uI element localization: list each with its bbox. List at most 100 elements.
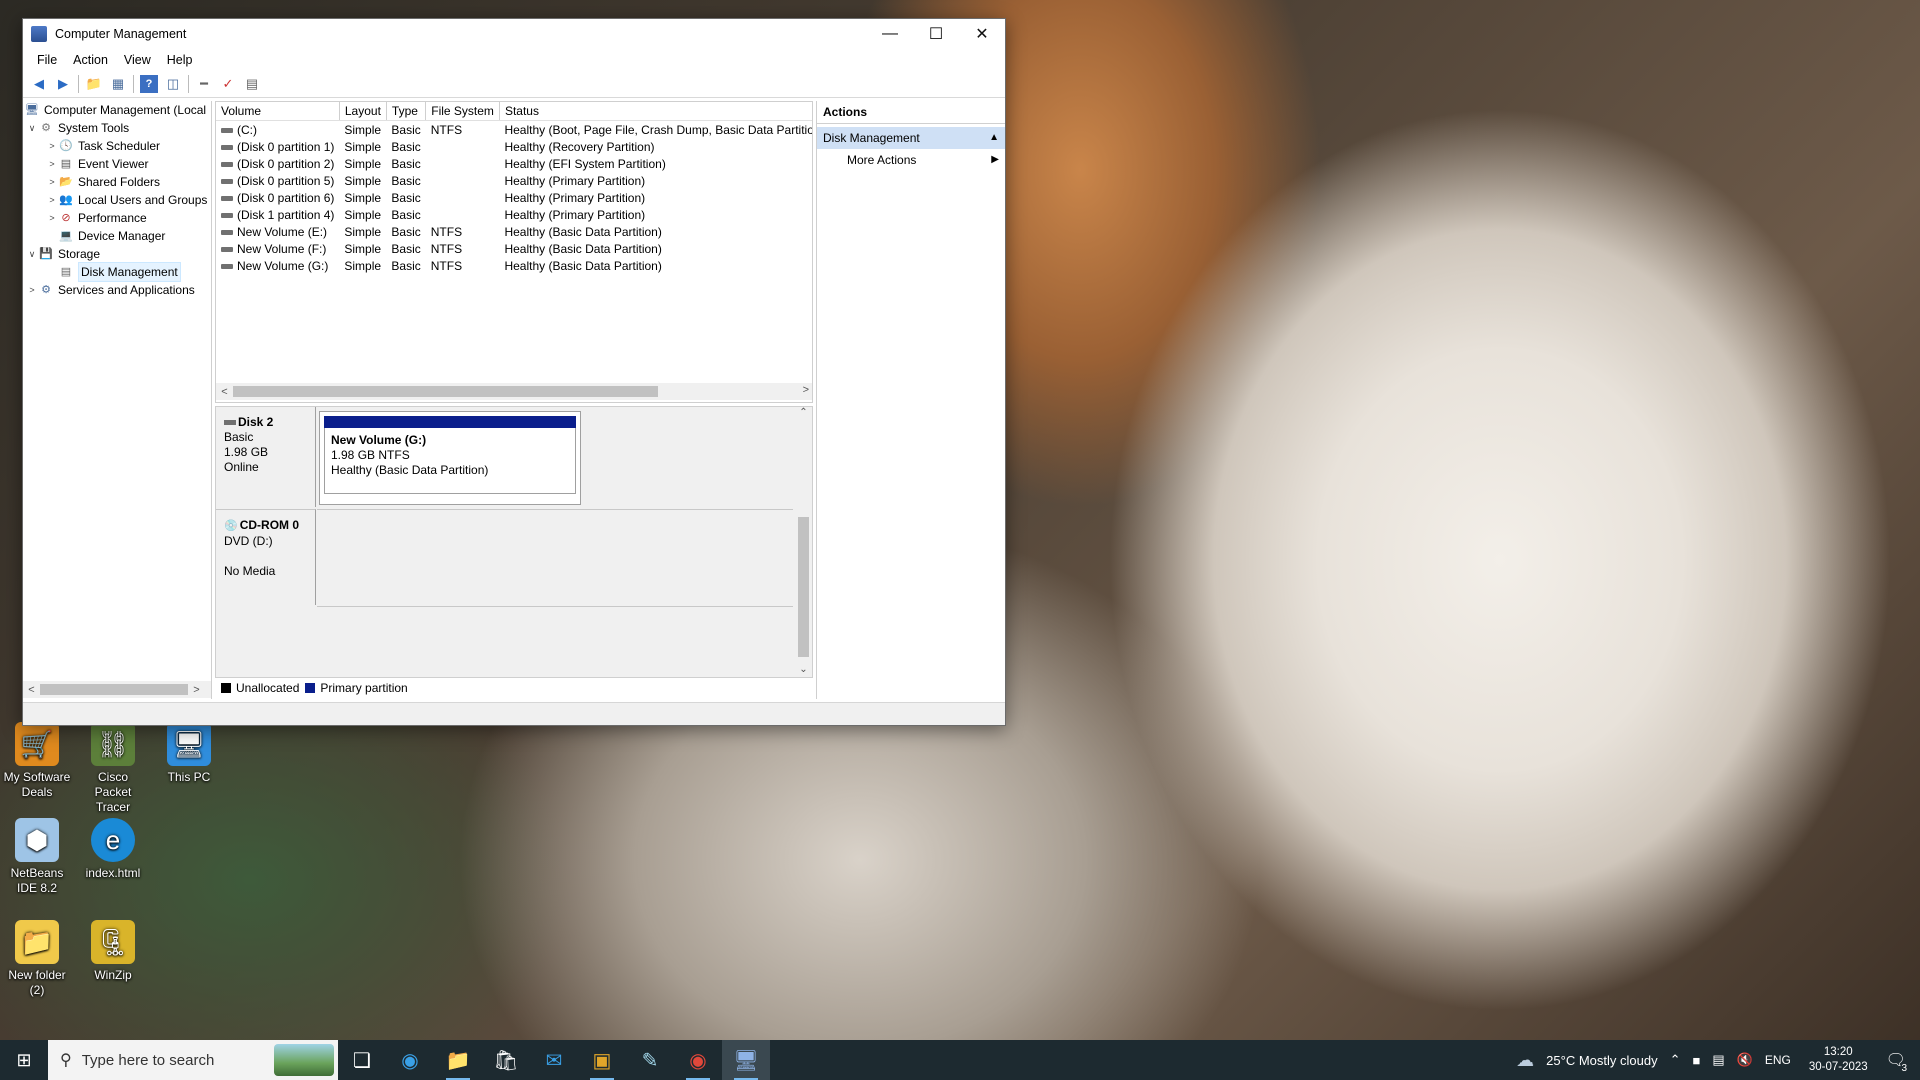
scroll-right-icon[interactable]: > — [188, 684, 205, 696]
taskbar-mail[interactable]: ✉ — [530, 1040, 578, 1080]
tree-item-services-applications[interactable]: > ⚙ Services and Applications — [23, 281, 211, 299]
properties-icon[interactable]: ▤ — [243, 75, 261, 93]
taskbar-store[interactable]: 🛍 — [482, 1040, 530, 1080]
wifi-icon[interactable]: ▤ — [1712, 1052, 1724, 1068]
cdrom-0-label[interactable]: 💿 CD-ROM 0 DVD (D:) No Media — [216, 509, 316, 605]
table-row[interactable]: (Disk 1 partition 4) Simple Basic Health… — [216, 206, 812, 223]
volume-muted-icon[interactable]: 🔇 — [1737, 1052, 1753, 1068]
clock[interactable]: 13:20 30-07-2023 — [1803, 1045, 1874, 1075]
column-header-file-system[interactable]: File System — [425, 102, 500, 121]
desktop-icon-new-folder[interactable]: 📁 New folder (2) — [2, 920, 72, 998]
window-title: Computer Management — [55, 27, 187, 41]
desktop-icon-index-html[interactable]: e index.html — [78, 818, 148, 881]
scroll-down-icon[interactable]: ⌄ — [795, 664, 812, 675]
volume-g-partition[interactable]: New Volume (G:) 1.98 GB NTFS Healthy (Ba… — [319, 411, 581, 505]
scrollbar-thumb[interactable] — [798, 517, 809, 657]
table-row[interactable]: (Disk 0 partition 1) Simple Basic Health… — [216, 138, 812, 155]
column-header-type[interactable]: Type — [386, 102, 427, 121]
volume-list[interactable]: Volume Layout Type File System Status (C… — [215, 101, 813, 403]
desktop-icon-winzip[interactable]: 🗜 WinZip — [78, 920, 148, 983]
tree-item-shared-folders[interactable]: > 📂 Shared Folders — [23, 173, 211, 191]
weather-cloud-icon[interactable]: ☁ — [1516, 1050, 1534, 1071]
more-actions-item[interactable]: More Actions ▶ — [817, 149, 1005, 171]
tree-item-disk-management[interactable]: ▤ Disk Management — [23, 262, 211, 282]
table-row[interactable]: New Volume (E:) Simple Basic NTFS Health… — [216, 223, 812, 240]
desktop-icon-netbeans[interactable]: ⬢ NetBeans IDE 8.2 — [2, 818, 72, 896]
tree-item-local-users[interactable]: > 👥 Local Users and Groups — [23, 191, 211, 209]
chevron-down-icon[interactable]: ∨ — [25, 245, 39, 263]
table-row[interactable]: (C:) Simple Basic NTFS Healthy (Boot, Pa… — [216, 121, 812, 139]
taskbar-computer-management[interactable]: 🖥 — [722, 1040, 770, 1080]
language-indicator[interactable]: ENG — [1765, 1053, 1791, 1067]
back-arrow-icon[interactable]: ◀ — [30, 75, 48, 93]
scroll-left-icon[interactable]: < — [216, 386, 233, 398]
desktop-icon-this-pc[interactable]: 🖥 This PC — [154, 722, 224, 785]
up-folder-icon[interactable]: 📁 — [85, 75, 103, 93]
maximize-button[interactable]: ☐ — [913, 19, 959, 49]
column-header-volume[interactable]: Volume — [216, 102, 340, 121]
tree-item-device-manager[interactable]: 💻 Device Manager — [23, 227, 211, 245]
graphical-disk-view[interactable]: Disk 2 Basic 1.98 GB Online New Volume (… — [215, 406, 813, 678]
connect-icon[interactable]: ━ — [195, 75, 213, 93]
tree-item-system-tools[interactable]: ∨ ⚙ System Tools — [23, 119, 211, 137]
network-status-icon[interactable]: ■ — [1693, 1053, 1701, 1068]
notification-center-button[interactable]: 🗨 3 — [1886, 1050, 1907, 1074]
tree-item-event-viewer[interactable]: > ▤ Event Viewer — [23, 155, 211, 173]
menu-help[interactable]: Help — [159, 51, 201, 69]
title-bar[interactable]: Computer Management — ☐ ✕ — [23, 19, 1005, 49]
chevron-right-icon[interactable]: > — [45, 137, 59, 155]
tree-root[interactable]: 🖥 Computer Management (Local — [23, 101, 211, 119]
menu-view[interactable]: View — [116, 51, 159, 69]
chevron-right-icon[interactable]: > — [45, 155, 59, 173]
desktop-icon-my-software-deals[interactable]: 🛒 My Software Deals — [2, 722, 72, 800]
table-row[interactable]: (Disk 0 partition 6) Simple Basic Health… — [216, 189, 812, 206]
task-view-button[interactable]: ❏ — [338, 1040, 386, 1080]
table-row[interactable]: New Volume (G:) Simple Basic NTFS Health… — [216, 257, 812, 274]
desktop-icon-cisco-packet-tracer[interactable]: ⛓ Cisco Packet Tracer — [78, 722, 148, 815]
taskbar-winzip[interactable]: ▣ — [578, 1040, 626, 1080]
collapse-up-icon[interactable]: ▲ — [989, 127, 999, 149]
computer-management-window[interactable]: Computer Management — ☐ ✕ File Action Vi… — [22, 18, 1006, 726]
tree-item-performance[interactable]: > ⊘ Performance — [23, 209, 211, 227]
tree-horizontal-scrollbar[interactable]: < > — [23, 681, 211, 698]
taskbar-chrome[interactable]: ◉ — [674, 1040, 722, 1080]
actions-section-disk-management[interactable]: Disk Management ▲ — [817, 127, 1005, 149]
tree-item-task-scheduler[interactable]: > 🕓 Task Scheduler — [23, 137, 211, 155]
column-header-status[interactable]: Status — [499, 102, 812, 121]
scrollbar-thumb[interactable] — [40, 684, 188, 695]
tree-item-storage[interactable]: ∨ 💾 Storage — [23, 245, 211, 263]
column-header-layout[interactable]: Layout — [339, 102, 387, 121]
chevron-right-icon[interactable]: > — [45, 209, 59, 227]
taskbar-search-box[interactable]: ⚲ Type here to search — [48, 1040, 338, 1080]
disk-view-vertical-scrollbar[interactable]: ⌃ ⌄ — [795, 407, 812, 677]
table-row[interactable]: (Disk 0 partition 2) Simple Basic Health… — [216, 155, 812, 172]
show-hide-tree-icon[interactable]: ▦ — [109, 75, 127, 93]
console-tree[interactable]: 🖥 Computer Management (Local ∨ ⚙ System … — [23, 101, 212, 699]
table-row[interactable]: New Volume (F:) Simple Basic NTFS Health… — [216, 240, 812, 257]
show-hidden-icons-chevron-icon[interactable]: ⌃ — [1670, 1052, 1681, 1068]
volume-list-horizontal-scrollbar[interactable]: < — [216, 383, 812, 400]
action-pane-icon[interactable]: ◫ — [164, 75, 182, 93]
menu-file[interactable]: File — [29, 51, 65, 69]
scroll-left-icon[interactable]: < — [23, 684, 40, 696]
check-icon[interactable]: ✓ — [219, 75, 237, 93]
chevron-right-icon[interactable]: > — [45, 191, 59, 209]
help-icon[interactable]: ? — [140, 75, 158, 93]
scroll-right-icon[interactable]: > — [803, 384, 809, 396]
scroll-up-icon[interactable]: ⌃ — [795, 407, 812, 418]
taskbar-edge[interactable]: ◉ — [386, 1040, 434, 1080]
chevron-right-icon[interactable]: > — [45, 173, 59, 191]
chevron-right-icon[interactable]: > — [25, 281, 39, 299]
taskbar-file-explorer[interactable]: 📁 — [434, 1040, 482, 1080]
close-button[interactable]: ✕ — [959, 19, 1005, 49]
chevron-down-icon[interactable]: ∨ — [25, 119, 39, 137]
forward-arrow-icon[interactable]: ▶ — [54, 75, 72, 93]
weather-text[interactable]: 25°C Mostly cloudy — [1546, 1053, 1657, 1068]
disk-2-label[interactable]: Disk 2 Basic 1.98 GB Online — [216, 407, 316, 507]
start-button[interactable]: ⊞ — [0, 1040, 48, 1080]
scrollbar-thumb[interactable] — [233, 386, 658, 397]
menu-action[interactable]: Action — [65, 51, 116, 69]
taskbar-notepad[interactable]: ✎ — [626, 1040, 674, 1080]
minimize-button[interactable]: — — [867, 19, 913, 49]
table-row[interactable]: (Disk 0 partition 5) Simple Basic Health… — [216, 172, 812, 189]
